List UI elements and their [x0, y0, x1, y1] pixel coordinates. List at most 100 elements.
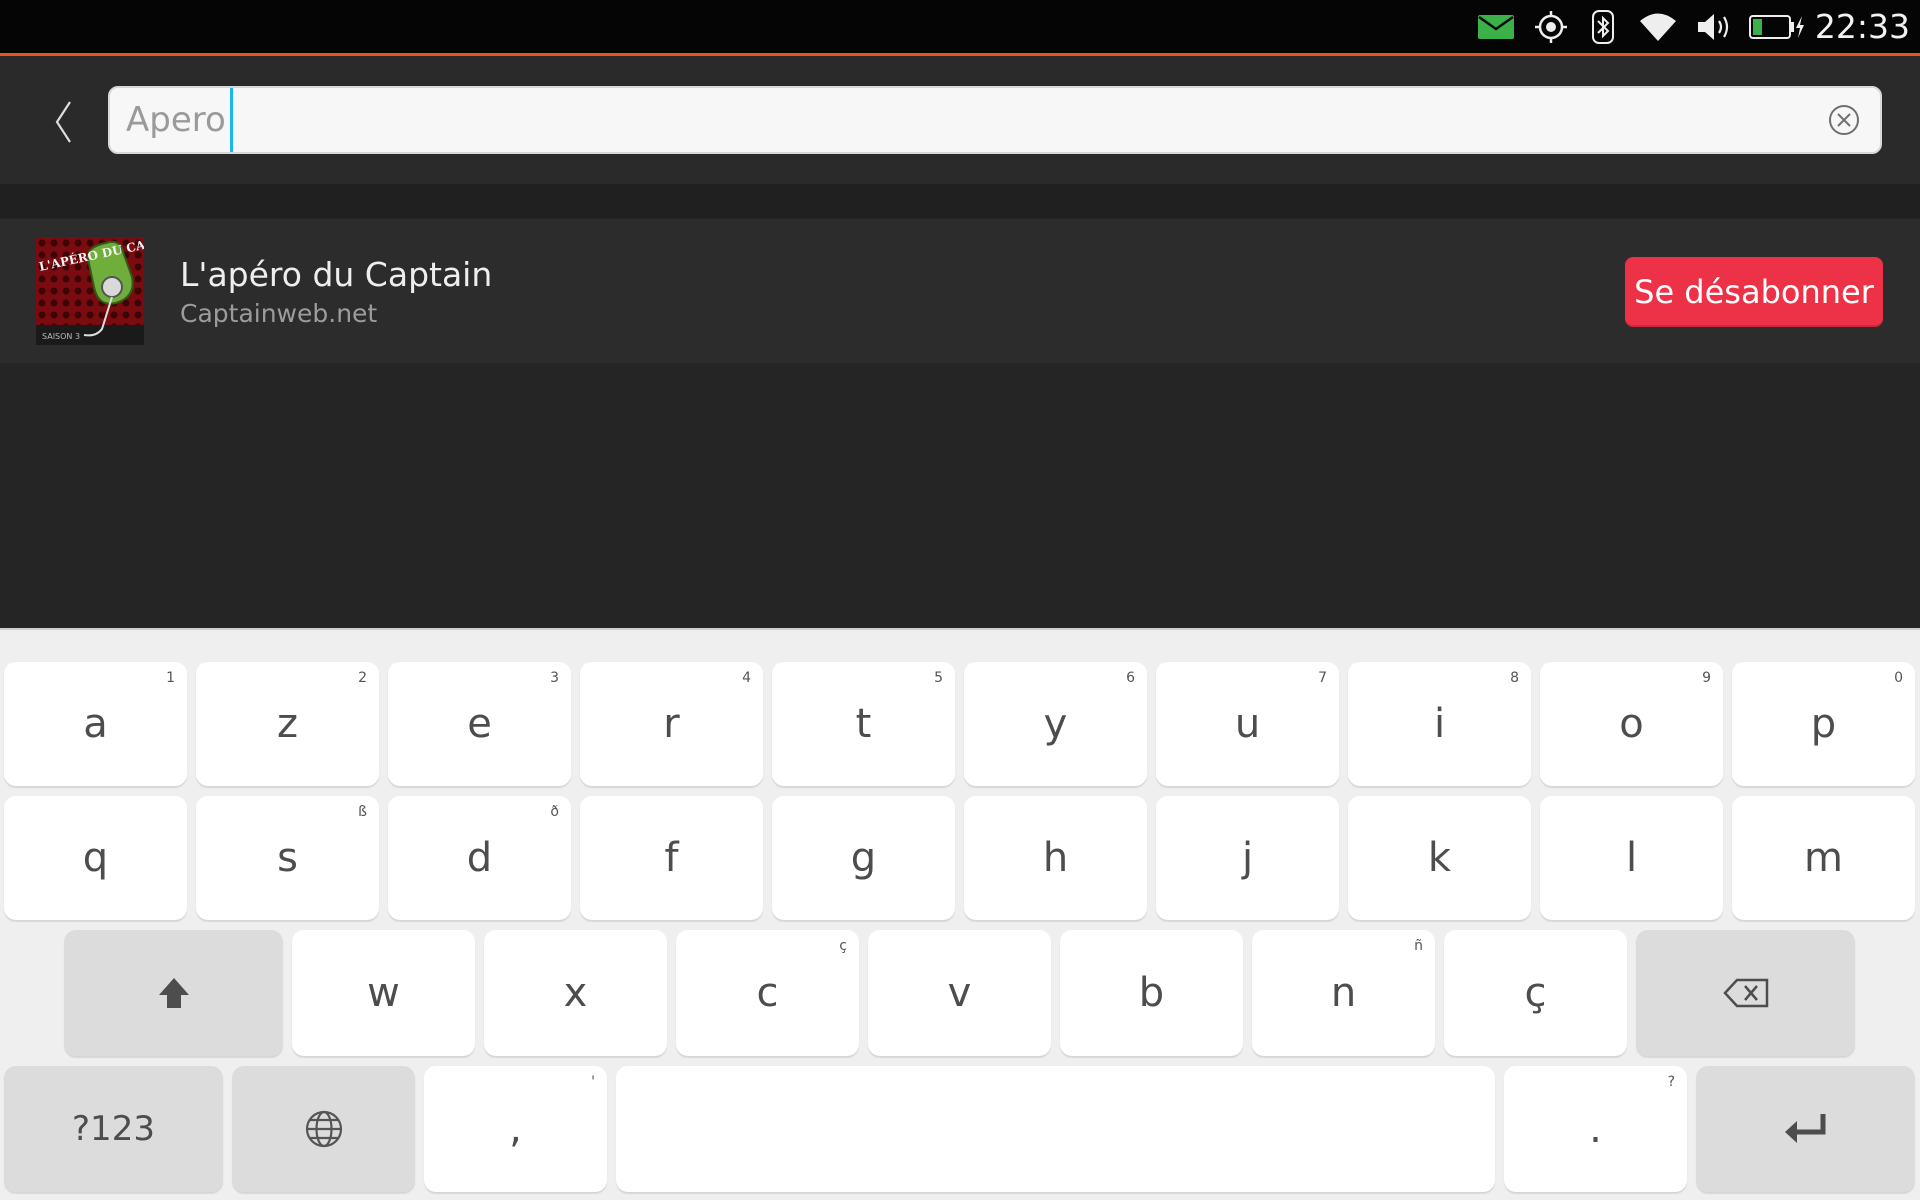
key-label: a — [83, 701, 108, 747]
key-n[interactable]: nñ — [1252, 930, 1435, 1056]
key-s[interactable]: sß — [196, 796, 379, 920]
search-input-value: Apero — [126, 88, 233, 152]
key-label: f — [664, 835, 679, 881]
key-label: p — [1810, 701, 1837, 747]
key-alt-label: ? — [1667, 1074, 1675, 1090]
key-alt-label: 8 — [1510, 670, 1519, 686]
key-k[interactable]: k — [1348, 796, 1531, 920]
period-key[interactable]: .? — [1504, 1066, 1687, 1192]
chevron-left-icon — [55, 101, 71, 143]
key-label: r — [663, 701, 680, 747]
unsubscribe-button[interactable]: Se désabonner — [1625, 257, 1883, 327]
key-a[interactable]: a1 — [4, 662, 187, 786]
key-t[interactable]: t5 — [772, 662, 955, 786]
key-label: g — [850, 835, 877, 881]
key-f[interactable]: f — [580, 796, 763, 920]
key-alt-label: 2 — [358, 670, 367, 686]
key-d[interactable]: dð — [388, 796, 571, 920]
search-header: Apero — [0, 56, 1920, 184]
key-y[interactable]: y6 — [964, 662, 1147, 786]
location-icon[interactable] — [1531, 9, 1571, 45]
key-label: q — [82, 835, 109, 881]
shift-icon — [158, 978, 189, 1008]
podcast-result-row[interactable]: L'APÉRO DU CAPTAIN SAISON 3 L'apéro du C… — [0, 219, 1920, 363]
clock: 22:33 — [1814, 7, 1910, 46]
key-alt-label: 7 — [1318, 670, 1327, 686]
key-x[interactable]: x — [484, 930, 667, 1056]
bluetooth-icon[interactable] — [1588, 9, 1618, 45]
key-alt-label: 6 — [1126, 670, 1135, 686]
key-label: . — [1589, 1106, 1602, 1152]
language-key[interactable] — [232, 1066, 415, 1192]
clear-circle-icon — [1829, 105, 1859, 135]
symbols-key-label: ?123 — [72, 1109, 155, 1149]
key-label: x — [563, 970, 588, 1016]
key-c-cedilla[interactable]: ç — [1444, 930, 1627, 1056]
key-alt-label: ' — [591, 1074, 595, 1090]
key-label: i — [1433, 701, 1446, 747]
key-q[interactable]: q — [4, 796, 187, 920]
key-g[interactable]: g — [772, 796, 955, 920]
enter-icon — [1784, 1114, 1825, 1143]
shift-key[interactable] — [64, 930, 283, 1056]
key-label: , — [509, 1106, 522, 1152]
podcast-source: Captainweb.net — [180, 299, 378, 328]
podcast-title: L'apéro du Captain — [180, 255, 493, 294]
key-alt-label: ð — [550, 804, 559, 820]
key-l[interactable]: l — [1540, 796, 1723, 920]
podcast-artwork: L'APÉRO DU CAPTAIN SAISON 3 — [36, 237, 144, 345]
search-input[interactable]: Apero — [108, 86, 1882, 154]
comma-key[interactable]: , ' — [424, 1066, 607, 1192]
globe-icon — [305, 1110, 342, 1148]
key-label: y — [1043, 701, 1068, 747]
key-alt-label: 3 — [550, 670, 559, 686]
key-u[interactable]: u7 — [1156, 662, 1339, 786]
key-label: w — [367, 970, 400, 1016]
key-b[interactable]: b — [1060, 930, 1243, 1056]
key-m[interactable]: m — [1732, 796, 1915, 920]
key-label: m — [1804, 835, 1843, 881]
key-h[interactable]: h — [964, 796, 1147, 920]
key-label: e — [467, 701, 492, 747]
key-label: u — [1234, 701, 1261, 747]
key-label: v — [947, 970, 972, 1016]
key-z[interactable]: z2 — [196, 662, 379, 786]
key-j[interactable]: j — [1156, 796, 1339, 920]
key-alt-label: ç — [839, 938, 847, 954]
backspace-key[interactable] — [1636, 930, 1855, 1056]
key-label: k — [1427, 835, 1452, 881]
key-r[interactable]: r4 — [580, 662, 763, 786]
key-v[interactable]: v — [868, 930, 1051, 1056]
key-label: c — [756, 970, 779, 1016]
key-alt-label: 1 — [166, 670, 175, 686]
battery-charging-icon[interactable] — [1748, 9, 1806, 45]
space-key[interactable] — [616, 1066, 1495, 1192]
key-label: h — [1042, 835, 1069, 881]
key-c[interactable]: cç — [676, 930, 859, 1056]
back-button[interactable] — [40, 92, 86, 152]
key-alt-label: 4 — [742, 670, 751, 686]
volume-icon[interactable] — [1694, 9, 1734, 45]
key-label: n — [1330, 970, 1357, 1016]
symbols-key[interactable]: ?123 — [4, 1066, 223, 1192]
enter-key[interactable] — [1696, 1066, 1915, 1192]
key-i[interactable]: i8 — [1348, 662, 1531, 786]
key-alt-label: 5 — [934, 670, 943, 686]
key-e[interactable]: e3 — [388, 662, 571, 786]
status-bar: 22:33 — [0, 0, 1920, 56]
key-p[interactable]: p0 — [1732, 662, 1915, 786]
backspace-icon — [1722, 978, 1768, 1008]
key-label: z — [277, 701, 298, 747]
key-o[interactable]: o9 — [1540, 662, 1723, 786]
mail-icon[interactable] — [1476, 9, 1516, 45]
clear-search-button[interactable] — [1826, 102, 1862, 138]
key-label: b — [1138, 970, 1165, 1016]
key-w[interactable]: w — [292, 930, 475, 1056]
on-screen-keyboard: a1 z2 e3 r4 t5 y6 u7 i8 o9 p0 q sß dð f … — [0, 628, 1920, 1200]
wifi-icon[interactable] — [1638, 9, 1678, 45]
section-divider — [0, 184, 1920, 218]
key-alt-label: 9 — [1702, 670, 1711, 686]
key-label: l — [1625, 835, 1638, 881]
key-label: d — [466, 835, 493, 881]
key-label: s — [277, 835, 298, 881]
